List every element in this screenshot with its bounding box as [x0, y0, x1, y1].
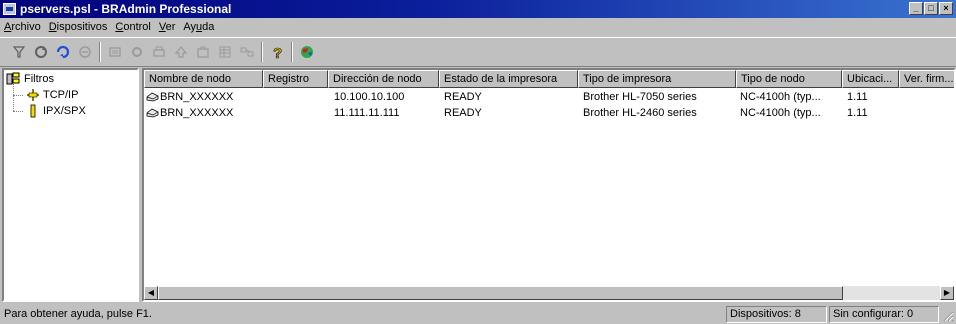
tcpip-icon — [27, 89, 39, 101]
cell-node-address: 11.111.11.111 — [334, 107, 400, 119]
menu-dispositivos-mnemonic: D — [48, 21, 57, 33]
help-icon[interactable]: ? — [266, 41, 288, 63]
tree-connector — [13, 95, 23, 96]
svg-text:?: ? — [273, 45, 282, 60]
cell-printer-type: Brother HL-2460 series — [583, 107, 697, 119]
tree-connector — [13, 84, 14, 111]
app-icon[interactable] — [3, 3, 16, 15]
column-header-node-type[interactable]: Tipo de nodo — [736, 70, 842, 88]
filter-tree[interactable]: Filtros TCP/IP IPX/SPX — [2, 68, 139, 302]
menu-archivo[interactable]: Archivo — [0, 21, 45, 33]
horizontal-scrollbar[interactable]: ◀ ▶ — [144, 286, 954, 300]
toolbar: ? — [0, 37, 956, 67]
toolbar-separator — [99, 42, 101, 62]
cell-node-address: 10.100.10.100 — [334, 91, 405, 103]
cell-printer-status: READY — [444, 91, 482, 103]
filter-icon[interactable] — [8, 41, 30, 63]
status-help-text: Para obtener ayuda, pulse F1. — [4, 308, 152, 320]
menu-ver-text-rest: er — [165, 21, 176, 33]
cell-location: 1.11 — [847, 107, 868, 119]
menu-archivo-text-rest: rchivo — [11, 21, 41, 33]
column-header-printer-type[interactable]: Tipo de impresora — [578, 70, 736, 88]
column-header-registro[interactable]: Registro — [263, 70, 328, 88]
cell-node-name: BRN_XXXXXX — [146, 90, 262, 105]
menu-bar: Archivo Dispositivos Control Ver Ayuda — [0, 18, 956, 36]
printer-icon — [146, 108, 159, 118]
menu-control-text-rest: ontrol — [123, 21, 151, 33]
scroll-right-button[interactable]: ▶ — [940, 286, 954, 300]
menu-ayuda-text: Ay — [183, 21, 197, 33]
cell-node-type: NC-4100h (typ... — [740, 91, 821, 103]
configure-icon[interactable] — [104, 41, 126, 63]
column-header-firmware[interactable]: Ver. firm... — [899, 70, 954, 88]
status-unconfigured: Sin configurar: 0 — [829, 306, 939, 323]
upgrade-icon[interactable] — [170, 41, 192, 63]
column-header-printer-status[interactable]: Estado de la impresora — [439, 70, 578, 88]
table-row[interactable]: BRN_XXXXXX 10.100.10.100 READY Brother H… — [144, 90, 954, 105]
column-header-node-address[interactable]: Dirección de nodo — [328, 70, 439, 88]
tree-connector — [13, 111, 23, 112]
window-controls: _ □ × — [908, 2, 953, 15]
close-button[interactable]: × — [939, 2, 953, 15]
tree-root-label: Filtros — [24, 73, 54, 85]
toolbar-separator — [291, 42, 293, 62]
menu-ayuda[interactable]: Ayuda — [179, 21, 218, 33]
scroll-left-button[interactable]: ◀ — [144, 286, 158, 300]
menu-dispositivos[interactable]: Dispositivos — [45, 21, 112, 33]
status-devices: Dispositivos: 8 — [726, 306, 827, 323]
printer-status-icon[interactable] — [148, 41, 170, 63]
toolbar-separator — [261, 42, 263, 62]
table-row[interactable]: BRN_XXXXXX 11.111.11.111 READY Brother H… — [144, 106, 954, 121]
column-header-node-name[interactable]: Nombre de nodo — [144, 70, 263, 88]
settings-icon[interactable] — [126, 41, 148, 63]
network-icon[interactable] — [236, 41, 258, 63]
properties-icon[interactable] — [192, 41, 214, 63]
menu-dispositivos-text-rest: ispositivos — [56, 21, 108, 33]
menu-ver[interactable]: Ver — [155, 21, 180, 33]
maximize-button[interactable]: □ — [924, 2, 938, 15]
cell-node-type: NC-4100h (typ... — [740, 107, 821, 119]
cell-node-name: BRN_XXXXXX — [146, 106, 262, 121]
node-name-text: BRN_XXXXXX — [160, 91, 234, 103]
tree-item-ipxspx[interactable]: IPX/SPX — [26, 104, 86, 118]
refresh-icon[interactable] — [30, 41, 52, 63]
menu-ver-mnemonic: V — [158, 21, 166, 33]
tree-item-label: TCP/IP — [43, 89, 79, 101]
printer-icon — [146, 92, 159, 102]
minimize-button[interactable]: _ — [909, 2, 923, 15]
web-icon[interactable] — [296, 41, 318, 63]
tree-item-tcpip[interactable]: TCP/IP — [26, 88, 78, 102]
device-icon[interactable] — [74, 41, 96, 63]
scroll-thumb[interactable] — [158, 286, 843, 300]
title-bar[interactable]: pservers.psl - BRAdmin Professional _ □ … — [0, 0, 956, 18]
device-list[interactable]: Nombre de nodo Registro Dirección de nod… — [142, 68, 956, 302]
filter-folder-icon — [6, 72, 20, 85]
status-bar: Para obtener ayuda, pulse F1. Dispositiv… — [0, 304, 956, 324]
cell-printer-status: READY — [444, 107, 482, 119]
menu-ayuda-text-rest: da — [202, 21, 215, 33]
column-header-location[interactable]: Ubicaci... — [842, 70, 899, 88]
cell-printer-type: Brother HL-7050 series — [583, 91, 697, 103]
window-title: pservers.psl - BRAdmin Professional — [20, 2, 232, 16]
grid-icon[interactable] — [214, 41, 236, 63]
menu-control[interactable]: Control — [111, 21, 154, 33]
node-name-text: BRN_XXXXXX — [160, 107, 234, 119]
search-icon[interactable] — [52, 41, 74, 63]
resize-grip-icon[interactable] — [942, 310, 954, 322]
tree-item-label: IPX/SPX — [43, 105, 86, 117]
ipxspx-icon — [30, 104, 36, 118]
cell-location: 1.11 — [847, 91, 868, 103]
